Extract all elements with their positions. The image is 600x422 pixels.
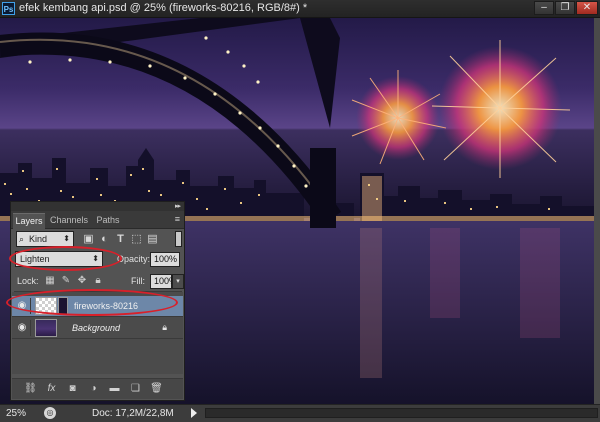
document-size: Doc: 17,2M/22,8M — [92, 408, 174, 419]
blend-mode-select[interactable]: Lighten ⬍ — [15, 251, 103, 267]
opacity-input[interactable]: 100% — [150, 252, 180, 267]
lock-all-icon[interactable]: 🔒︎ — [92, 275, 104, 287]
lock-paint-icon[interactable]: ✎ — [60, 275, 72, 287]
panel-header[interactable]: ▸▸ — [11, 202, 184, 211]
tab-channels[interactable]: Channels — [47, 213, 91, 228]
layer-row-background[interactable]: ◉ Background 🔒︎ — [12, 318, 183, 339]
fill-dropdown-button[interactable]: ▾ — [172, 274, 184, 289]
blend-row: Lighten ⬍ Opacity: 100% — [14, 251, 182, 269]
title-bar: Ps efek kembang api.psd @ 25% (fireworks… — [0, 0, 600, 18]
lock-row: Lock: ▦ ✎ ✥ 🔒︎ Fill: 100% ▾ — [14, 273, 184, 292]
fx-icon[interactable]: fx — [45, 382, 58, 395]
type-filter-icon[interactable]: T — [114, 233, 127, 246]
tab-paths[interactable]: Paths — [93, 213, 123, 228]
layer-name[interactable]: Background — [72, 318, 120, 338]
zoom-level[interactable]: 25% — [6, 408, 26, 419]
blend-mode-value: Lighten — [20, 254, 50, 264]
filter-row: ⌕ Kind ⬍ ▣ ◐ T ⬚ ▤ — [14, 231, 182, 249]
group-folder-icon[interactable]: ▬ — [108, 382, 121, 395]
adjustment-icon[interactable]: ◑ — [87, 382, 100, 395]
fill-label: Fill: — [131, 276, 145, 286]
layer-mask-thumbnail — [58, 297, 68, 315]
mask-icon[interactable]: ◙ — [66, 382, 79, 395]
document-title: efek kembang api.psd @ 25% (fireworks-80… — [19, 2, 308, 14]
kind-filter-select[interactable]: ⌕ Kind ⬍ — [16, 231, 74, 247]
tab-layers[interactable]: Layers — [13, 213, 45, 229]
new-layer-icon[interactable]: ❏ — [129, 382, 142, 395]
layer-row-fireworks[interactable]: ◉ fireworks-80216 — [12, 296, 183, 317]
status-bar: 25% ◎ Doc: 17,2M/22,8M — [0, 404, 600, 422]
panel-footer: ⛓ fx ◙ ◑ ▬ ❏ 🗑︎ — [12, 378, 183, 399]
visibility-eye-icon[interactable]: ◉ — [14, 298, 31, 314]
opacity-label: Opacity: — [117, 254, 151, 264]
close-button[interactable]: ✕ — [576, 1, 598, 15]
visibility-eye-icon[interactable]: ◉ — [14, 320, 31, 336]
layer-list: ◉ fireworks-80216 ◉ Background 🔒︎ — [12, 292, 183, 374]
lock-label: Lock: — [17, 276, 39, 286]
layers-panel: ▸▸ Layers Channels Paths ≡ ⌕ Kind ⬍ ▣ ◐ … — [10, 201, 185, 401]
chevron-updown-icon: ⬍ — [63, 234, 70, 243]
search-icon: ⌕ — [19, 234, 25, 244]
status-menu-arrow-icon[interactable] — [191, 408, 197, 418]
panel-menu-icon[interactable]: ≡ — [175, 213, 180, 225]
minimize-button[interactable]: – — [534, 1, 554, 15]
photoshop-app-icon: Ps — [2, 2, 15, 15]
trash-icon[interactable]: 🗑︎ — [150, 382, 163, 395]
adjustment-filter-icon[interactable]: ◐ — [98, 233, 111, 246]
collapse-icon[interactable]: ▸▸ — [175, 202, 181, 211]
layer-name[interactable]: fireworks-80216 — [74, 296, 138, 316]
horizontal-scrollbar[interactable] — [205, 408, 598, 418]
image-filter-icon[interactable]: ▣ — [82, 233, 95, 246]
fill-input[interactable]: 100% — [150, 274, 177, 289]
panel-tabs: Layers Channels Paths ≡ — [11, 211, 184, 229]
layer-thumbnail — [35, 319, 57, 337]
layer-thumbnail — [35, 297, 57, 315]
smart-object-filter-icon[interactable]: ▤ — [146, 233, 159, 246]
shape-filter-icon[interactable]: ⬚ — [130, 233, 143, 246]
kind-filter-label: Kind — [29, 234, 48, 244]
restore-button[interactable]: ❐ — [555, 1, 575, 15]
lock-transparency-icon[interactable]: ▦ — [44, 275, 56, 287]
document-info-icon[interactable]: ◎ — [44, 407, 56, 419]
lock-position-icon[interactable]: ✥ — [76, 275, 88, 287]
link-icon[interactable]: ⛓ — [24, 382, 37, 395]
layer-lock-icon: 🔒︎ — [162, 322, 167, 332]
filter-toggle-switch[interactable] — [175, 231, 182, 247]
chevron-updown-icon: ⬍ — [92, 254, 99, 263]
